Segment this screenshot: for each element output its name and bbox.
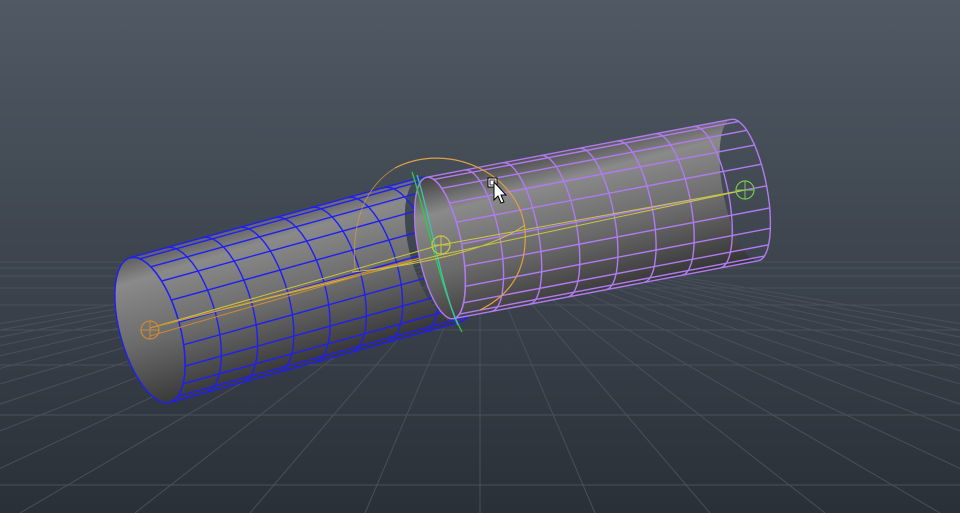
joint-end-icon[interactable] (735, 180, 755, 200)
joint-root-icon[interactable] (140, 320, 160, 340)
viewport-3d[interactable] (0, 0, 960, 513)
joint-mid-icon[interactable] (431, 235, 451, 255)
viewport-scene[interactable] (0, 0, 960, 513)
